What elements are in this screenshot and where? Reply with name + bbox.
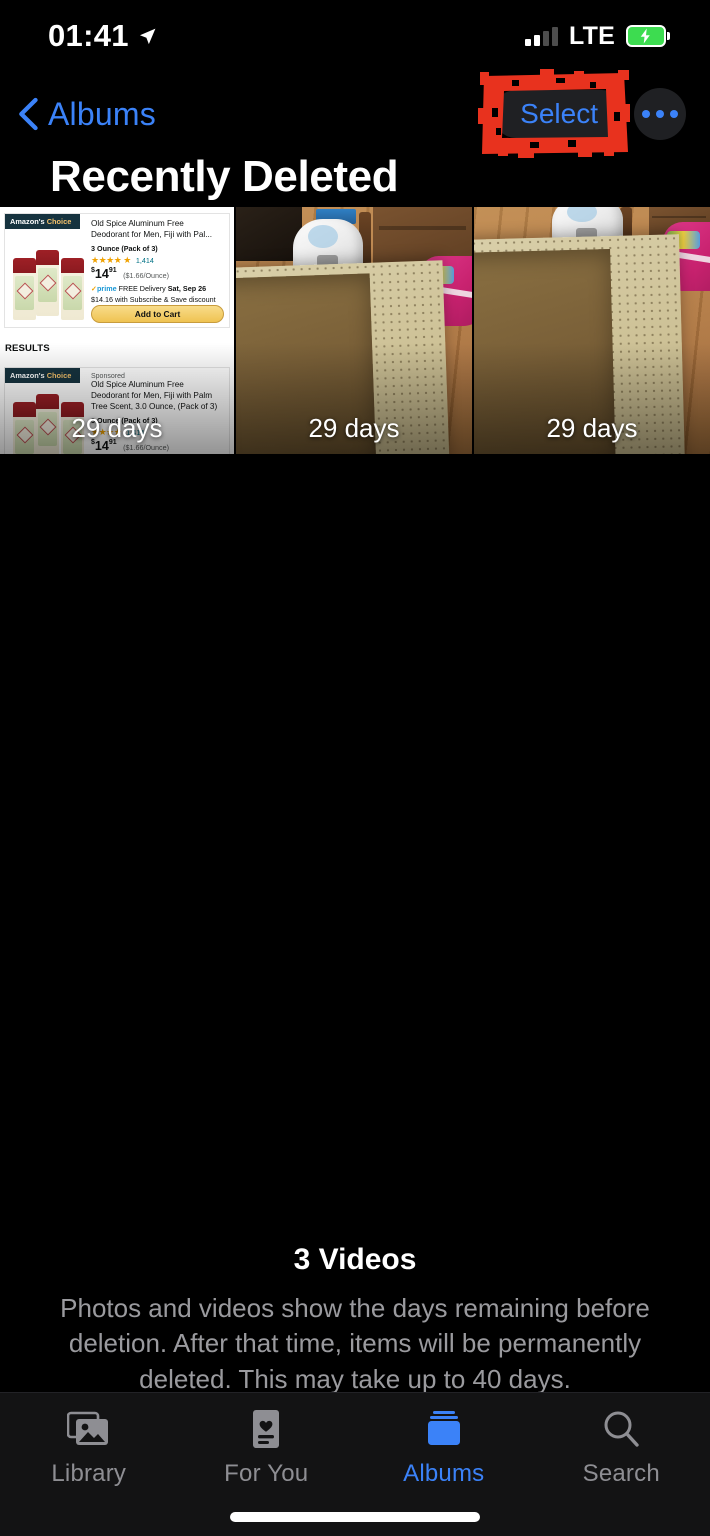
status-bar: 01:41 LTE xyxy=(0,0,710,72)
chevron-left-icon xyxy=(19,97,38,131)
status-time: 01:41 xyxy=(48,18,129,53)
tab-for-you-label: For You xyxy=(224,1460,309,1487)
location-arrow-icon xyxy=(139,28,156,44)
albums-icon xyxy=(424,1407,464,1451)
ellipsis-icon[interactable] xyxy=(634,88,686,140)
status-bar-right: LTE xyxy=(525,22,670,51)
grid-item-2[interactable]: 29 days xyxy=(236,207,472,454)
carrier-type-label: LTE xyxy=(569,21,615,50)
footer-info: 3 Videos Photos and videos show the days… xyxy=(0,1243,710,1397)
navigation-bar: Albums Select xyxy=(0,82,710,146)
magnifier-icon xyxy=(601,1407,641,1451)
home-indicator[interactable] xyxy=(230,1512,480,1522)
tab-search-label: Search xyxy=(582,1460,660,1487)
days-remaining-label-3: 29 days xyxy=(546,413,638,443)
nav-right-actions: Select xyxy=(494,82,686,146)
tab-search[interactable]: Search xyxy=(533,1407,710,1488)
tab-library[interactable]: Library xyxy=(0,1407,178,1488)
grid-item-1[interactable]: Amazon's Choice Old Spice Aluminum Free … xyxy=(0,207,234,454)
back-to-albums-button[interactable]: Albums xyxy=(18,82,156,146)
battery-charging-icon xyxy=(626,25,670,47)
page-title: Recently Deleted xyxy=(50,152,399,201)
photos-recently-deleted-screen: 01:41 LTE Albums Select Recently Deleted… xyxy=(0,0,710,1536)
photo-stack-icon xyxy=(66,1407,111,1451)
select-button[interactable]: Select xyxy=(494,90,624,138)
heart-card-icon xyxy=(247,1407,285,1451)
tab-bar: Library For You Albums Search xyxy=(0,1392,710,1536)
deleted-items-grid: Amazon's Choice Old Spice Aluminum Free … xyxy=(0,207,710,454)
tab-albums-label: Albums xyxy=(403,1460,485,1487)
cellular-signal-icon xyxy=(525,26,559,46)
tab-albums[interactable]: Albums xyxy=(355,1407,533,1488)
item-count-label: 3 Videos xyxy=(293,1243,417,1276)
retention-description: Photos and videos show the days remainin… xyxy=(60,1293,650,1394)
days-remaining-label-2: 29 days xyxy=(308,413,400,443)
back-button-label: Albums xyxy=(48,95,156,132)
tab-library-label: Library xyxy=(51,1460,127,1487)
days-remaining-label-1: 29 days xyxy=(71,413,163,443)
status-bar-left: 01:41 xyxy=(48,18,157,54)
grid-item-3[interactable]: 29 days xyxy=(474,207,710,454)
tab-for-you[interactable]: For You xyxy=(178,1407,356,1488)
